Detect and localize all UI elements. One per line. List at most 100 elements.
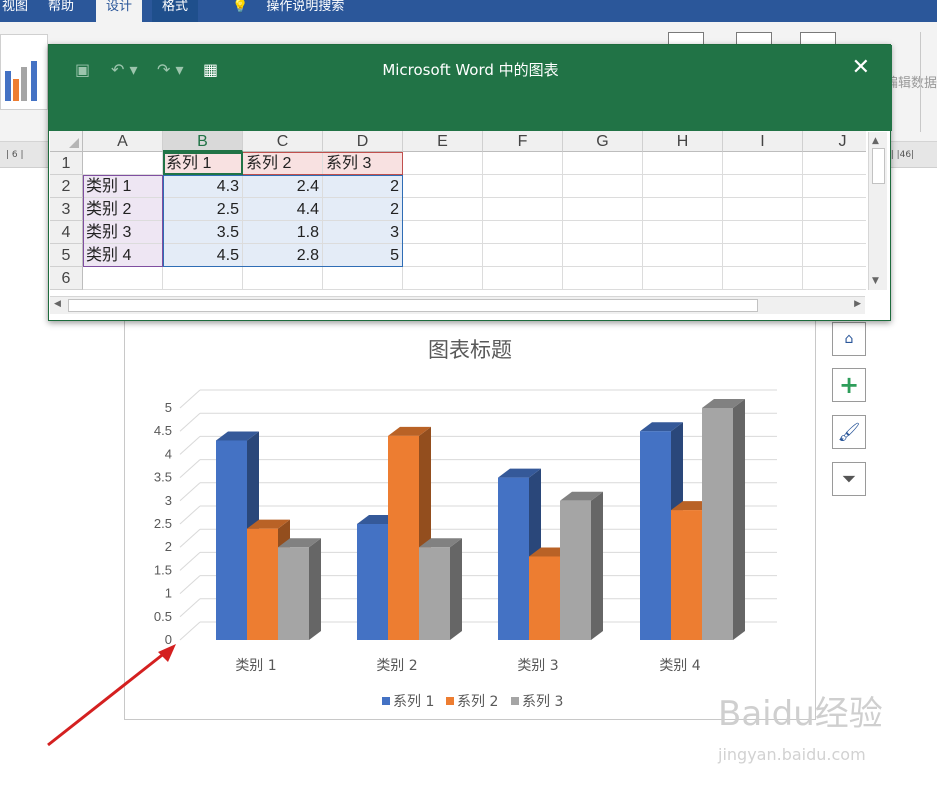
cell-e4[interactable]	[403, 221, 483, 244]
bar[interactable]	[419, 538, 462, 640]
row-header-4[interactable]: 4	[50, 221, 83, 244]
close-icon[interactable]: ✕	[852, 55, 870, 80]
column-header-i[interactable]: I	[723, 131, 803, 152]
bar[interactable]	[560, 491, 603, 640]
vertical-scroll-thumb[interactable]	[872, 148, 885, 184]
cell-g6[interactable]	[563, 267, 643, 290]
x-category-label: 类别 2	[376, 658, 417, 674]
cell-j2[interactable]	[803, 175, 866, 198]
cell-g5[interactable]	[563, 244, 643, 267]
cell-a6[interactable]	[83, 267, 163, 290]
column-header-c[interactable]: C	[243, 131, 323, 152]
cell-i6[interactable]	[723, 267, 803, 290]
cell-j3[interactable]	[803, 198, 866, 221]
horizontal-scrollbar[interactable]: ◀ ▶	[50, 296, 865, 314]
gridline	[179, 389, 777, 409]
cell-g2[interactable]	[563, 175, 643, 198]
cell-e3[interactable]	[403, 198, 483, 221]
cell-h4[interactable]	[643, 221, 723, 244]
cell-f4[interactable]	[483, 221, 563, 244]
column-header-b[interactable]: B	[163, 131, 243, 152]
cell-c6[interactable]	[243, 267, 323, 290]
cell-e6[interactable]	[403, 267, 483, 290]
excel-chart-data-window[interactable]: ▣ ↶ ▾ ↷ ▾ ▦ Microsoft Word 中的图表 ✕ A B C …	[48, 44, 892, 321]
y-tick-label: 3.5	[154, 470, 172, 485]
cell-h2[interactable]	[643, 175, 723, 198]
column-header-f[interactable]: F	[483, 131, 563, 152]
row-header-6[interactable]: 6	[50, 267, 83, 290]
x-category-label: 类别 1	[235, 658, 276, 674]
row-header-1[interactable]: 1	[50, 152, 83, 175]
values-border	[163, 175, 403, 267]
cell-f6[interactable]	[483, 267, 563, 290]
legend-swatch	[511, 697, 519, 705]
chart-elements-button[interactable]: +	[832, 368, 866, 402]
scroll-right-icon: ▶	[854, 299, 861, 309]
cell-f1[interactable]	[483, 152, 563, 175]
cell-g1[interactable]	[563, 152, 643, 175]
cell-a1[interactable]	[83, 152, 163, 175]
legend-swatch	[382, 697, 390, 705]
x-category-label: 类别 3	[517, 658, 558, 674]
scroll-down-icon: ▼	[872, 276, 879, 286]
bar[interactable]	[702, 399, 745, 640]
row-header-3[interactable]: 3	[50, 198, 83, 221]
gridline	[179, 435, 777, 455]
active-cell-cursor[interactable]	[163, 152, 243, 175]
column-header-g[interactable]: G	[563, 131, 643, 152]
cell-h6[interactable]	[643, 267, 723, 290]
cell-f5[interactable]	[483, 244, 563, 267]
legend-entry[interactable]: 系列 1	[382, 694, 434, 710]
cell-b6[interactable]	[163, 267, 243, 290]
vertical-scrollbar[interactable]: ▲ ▼	[868, 132, 887, 290]
cell-i4[interactable]	[723, 221, 803, 244]
layout-options-button[interactable]: ⌂	[832, 322, 866, 356]
horizontal-scroll-thumb[interactable]	[68, 299, 758, 312]
legend-entry[interactable]: 系列 3	[511, 694, 563, 710]
cell-f3[interactable]	[483, 198, 563, 221]
bar[interactable]	[278, 538, 321, 640]
cell-j1[interactable]	[803, 152, 866, 175]
column-header-a[interactable]: A	[83, 131, 163, 152]
spreadsheet-grid[interactable]: A B C D E F G H I J 1 2 3 4 5 6 系列 1 系列 2…	[50, 131, 866, 291]
y-tick-label: 0	[165, 632, 172, 647]
cell-i1[interactable]	[723, 152, 803, 175]
baidu-watermark-url: jingyan.baidu.com	[718, 745, 866, 764]
legend-entry[interactable]: 系列 2	[446, 694, 498, 710]
cell-e2[interactable]	[403, 175, 483, 198]
scroll-up-icon: ▲	[872, 136, 879, 146]
chart-title[interactable]: 图表标题	[428, 338, 512, 362]
chart-filters-button[interactable]: ⏷	[832, 462, 866, 496]
column-header-j[interactable]: J	[803, 131, 866, 152]
column-header-e[interactable]: E	[403, 131, 483, 152]
column-header-h[interactable]: H	[643, 131, 723, 152]
row-header-5[interactable]: 5	[50, 244, 83, 267]
cell-h5[interactable]	[643, 244, 723, 267]
cell-j6[interactable]	[803, 267, 866, 290]
chart-styles-button[interactable]: 🖌	[832, 415, 866, 449]
y-tick-label: 4	[165, 446, 172, 461]
cell-i2[interactable]	[723, 175, 803, 198]
cell-j4[interactable]	[803, 221, 866, 244]
row-header-2[interactable]: 2	[50, 175, 83, 198]
cell-d6[interactable]	[323, 267, 403, 290]
column-header-d[interactable]: D	[323, 131, 403, 152]
cell-h1[interactable]	[643, 152, 723, 175]
cell-e1[interactable]	[403, 152, 483, 175]
y-tick-label: 0.5	[154, 609, 172, 624]
cell-f2[interactable]	[483, 175, 563, 198]
cell-i5[interactable]	[723, 244, 803, 267]
cell-j5[interactable]	[803, 244, 866, 267]
cell-g4[interactable]	[563, 221, 643, 244]
cell-g3[interactable]	[563, 198, 643, 221]
legend-label: 系列 3	[522, 694, 563, 710]
legend-label: 系列 2	[457, 694, 498, 710]
scroll-left-icon: ◀	[54, 299, 61, 309]
cell-h3[interactable]	[643, 198, 723, 221]
gridline	[179, 412, 777, 432]
cell-e5[interactable]	[403, 244, 483, 267]
legend-label: 系列 1	[393, 694, 434, 710]
popup-titlebar[interactable]: ▣ ↶ ▾ ↷ ▾ ▦ Microsoft Word 中的图表 ✕	[49, 45, 892, 131]
cell-i3[interactable]	[723, 198, 803, 221]
select-all-corner[interactable]	[50, 131, 83, 152]
